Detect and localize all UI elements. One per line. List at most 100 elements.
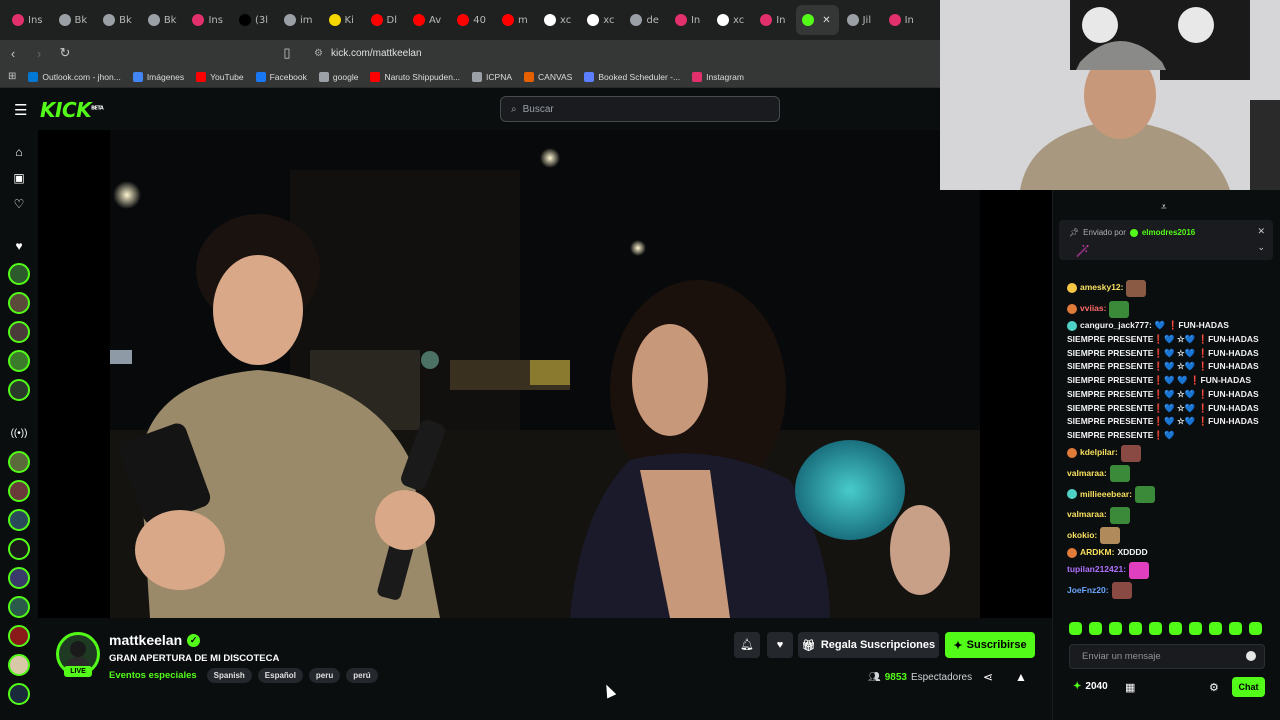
reload-icon[interactable]: ↻	[52, 45, 78, 61]
emote-icon[interactable]	[1189, 622, 1202, 635]
followed-channel-avatar[interactable]	[8, 379, 30, 401]
subscribe-button[interactable]: ✦ Suscribirse	[945, 632, 1035, 658]
followed-channel-avatar[interactable]	[8, 292, 30, 314]
recommended-channel-avatar[interactable]	[8, 625, 30, 647]
chat-username[interactable]: amesky12:	[1080, 281, 1123, 295]
browser-tab[interactable]: xc	[711, 5, 752, 35]
recommended-channel-avatar[interactable]	[8, 480, 30, 502]
browser-tab[interactable]: In	[754, 5, 794, 35]
bookmark-item[interactable]: Naruto Shippuden...	[370, 71, 460, 82]
bookmark-item[interactable]: Booked Scheduler -...	[584, 71, 680, 82]
browser-tab[interactable]: Bk	[53, 5, 96, 35]
bookmark-item[interactable]: CANVAS	[524, 71, 572, 82]
close-tab-icon[interactable]: ✕	[822, 15, 830, 26]
chat-collapse-icon[interactable]: ⩡	[1161, 202, 1167, 213]
emote-icon[interactable]	[1249, 622, 1262, 635]
url-field[interactable]: ⚙ kick.com/mattkeelan	[314, 48, 422, 59]
emote-icon[interactable]	[1209, 622, 1222, 635]
recommended-channel-avatar[interactable]	[8, 683, 30, 705]
browser-tab[interactable]: Av	[407, 5, 449, 35]
back-icon[interactable]: ‹	[0, 46, 26, 61]
emote-icon[interactable]	[1129, 622, 1142, 635]
followed-channel-avatar[interactable]	[8, 321, 30, 343]
channel-points[interactable]: ✦ 2040	[1073, 681, 1108, 692]
browser-tab[interactable]: (3l	[233, 5, 276, 35]
bookmark-item[interactable]: YouTube	[196, 71, 244, 82]
chat-username[interactable]: okokio:	[1067, 529, 1097, 543]
browser-tab[interactable]: Bk	[97, 5, 140, 35]
bookmark-item[interactable]: google	[318, 71, 358, 82]
emote-icon[interactable]	[1149, 622, 1162, 635]
menu-icon[interactable]: ☰	[14, 101, 27, 119]
browser-tab[interactable]: xc	[581, 5, 622, 35]
chat-message-input[interactable]: Enviar un mensaje	[1069, 644, 1265, 669]
notification-bell-button[interactable]: 🔔︎	[734, 632, 760, 658]
browser-tab[interactable]: In	[883, 5, 923, 35]
recommended-channel-avatar[interactable]	[8, 538, 30, 560]
browser-tab[interactable]: Bk	[142, 5, 185, 35]
bookmark-item[interactable]: Imágenes	[132, 71, 184, 82]
bookmark-icon[interactable]: ▯	[274, 45, 300, 61]
apps-icon[interactable]: ⊞	[8, 71, 16, 82]
kick-logo[interactable]: KICKBETA	[40, 98, 104, 122]
browser-tab[interactable]: ✕	[796, 5, 839, 35]
report-icon[interactable]: ▲	[1015, 670, 1027, 684]
forward-icon[interactable]: ›	[26, 46, 52, 61]
bookmark-item[interactable]: ICPNA	[472, 71, 512, 82]
chat-username[interactable]: vviias:	[1080, 302, 1106, 316]
followed-channel-avatar[interactable]	[8, 263, 30, 285]
bookmark-item[interactable]: Instagram	[692, 71, 744, 82]
recommended-channel-avatar[interactable]	[8, 509, 30, 531]
emote-icon[interactable]	[1229, 622, 1242, 635]
followed-channel-avatar[interactable]	[8, 350, 30, 372]
bookmark-item[interactable]: Facebook	[255, 71, 307, 82]
home-icon[interactable]: ⌂	[9, 142, 29, 162]
chat-username[interactable]: valmaraa:	[1067, 467, 1107, 481]
pinned-message[interactable]: 📌︎ Enviado por elmodres2016 🪄︎ ✕ ⌄	[1059, 220, 1273, 260]
search-input[interactable]: ⌕ Buscar	[500, 96, 780, 122]
gift-icon[interactable]: ▦	[1125, 681, 1135, 694]
browser-tab[interactable]: Ins	[186, 5, 231, 35]
gift-subscriptions-button[interactable]: 🎁︎ Regala Suscripciones	[798, 632, 939, 658]
follow-heart-button[interactable]: ♥	[767, 632, 793, 658]
emote-icon[interactable]	[1089, 622, 1102, 635]
channel-name[interactable]: mattkeelan ✓	[109, 632, 201, 648]
browser-tab[interactable]: xc	[538, 5, 579, 35]
video-player[interactable]	[38, 130, 1052, 618]
recommended-channel-avatar[interactable]	[8, 567, 30, 589]
emote-icon[interactable]	[1169, 622, 1182, 635]
unpin-icon[interactable]: ✕	[1257, 226, 1265, 237]
chat-username[interactable]: JoeFnz20:	[1067, 584, 1109, 598]
chat-username[interactable]: millieeebear:	[1080, 488, 1132, 502]
browser-tab[interactable]: Dl	[365, 5, 405, 35]
site-info-icon[interactable]: ⚙	[314, 48, 323, 59]
browser-tab[interactable]: m	[496, 5, 536, 35]
chat-send-button[interactable]: Chat	[1232, 677, 1265, 697]
recommended-channel-avatar[interactable]	[8, 654, 30, 676]
chat-username[interactable]: kdelpilar:	[1080, 446, 1118, 460]
video-frame[interactable]	[110, 130, 980, 618]
pinned-user[interactable]: elmodres2016	[1142, 228, 1195, 237]
chat-username[interactable]: tupilan212421:	[1067, 563, 1126, 577]
emote-icon[interactable]	[1109, 622, 1122, 635]
chat-username[interactable]: valmaraa:	[1067, 508, 1107, 522]
settings-gear-icon[interactable]: ⚙	[1209, 681, 1219, 694]
emoji-picker-icon[interactable]	[1246, 651, 1256, 661]
chat-username[interactable]: ARDKM:	[1080, 546, 1114, 560]
emote-icon[interactable]	[1069, 622, 1082, 635]
browser-tab[interactable]: de	[624, 5, 667, 35]
browser-tab[interactable]: Ins	[6, 5, 51, 35]
browser-tab[interactable]: im	[278, 5, 321, 35]
share-icon[interactable]: ⋖	[983, 670, 993, 684]
chat-username[interactable]: canguro_jack777:	[1080, 319, 1152, 333]
recommended-channel-avatar[interactable]	[8, 451, 30, 473]
recommended-channel-avatar[interactable]	[8, 596, 30, 618]
stream-tag[interactable]: perú	[346, 668, 378, 683]
browser-tab[interactable]: In	[669, 5, 709, 35]
browser-tab[interactable]: Ki	[323, 5, 363, 35]
bookmark-item[interactable]: Outlook.com - jhon...	[28, 71, 121, 82]
browser-tab[interactable]: Jil	[841, 5, 881, 35]
browser-tab[interactable]: 40	[451, 5, 494, 35]
browse-icon[interactable]: ▣	[9, 168, 29, 188]
stream-tag[interactable]: Spanish	[206, 668, 252, 683]
